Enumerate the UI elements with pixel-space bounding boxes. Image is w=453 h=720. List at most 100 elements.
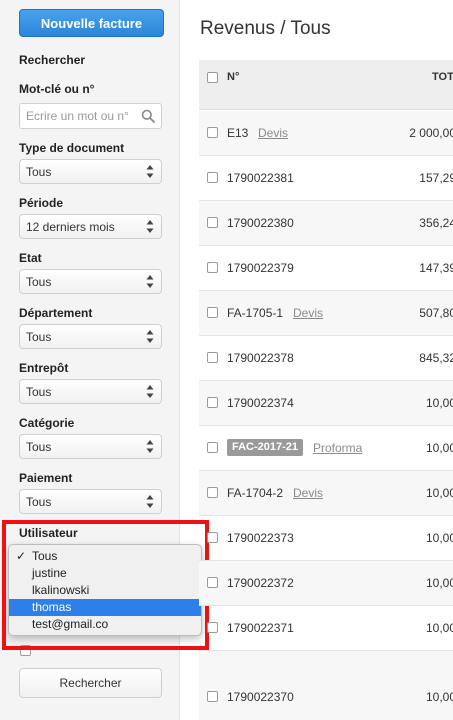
- invoice-total: 507,80: [419, 306, 453, 320]
- warehouse-select[interactable]: Tous: [19, 379, 162, 404]
- department-value: Tous: [26, 329, 52, 344]
- select-arrows-icon: [146, 440, 154, 453]
- invoice-number[interactable]: 1790022379: [227, 261, 294, 275]
- search-heading: Rechercher: [19, 53, 86, 67]
- table-row[interactable]: 1790022378 845,32: [199, 336, 453, 381]
- row-checkbox[interactable]: [207, 397, 218, 408]
- row-checkbox[interactable]: [207, 217, 218, 228]
- invoice-number[interactable]: 1790022371: [227, 621, 294, 635]
- draft-badge[interactable]: FAC-2017-21: [227, 439, 304, 456]
- search-button[interactable]: Rechercher: [19, 668, 162, 698]
- table-header: N° TOT: [199, 60, 453, 110]
- select-all-checkbox[interactable]: [207, 72, 218, 83]
- table-row[interactable]: 1790022380 356,24: [199, 201, 453, 246]
- invoice-number[interactable]: 1790022373: [227, 531, 294, 545]
- invoice-number[interactable]: 1790022380: [227, 216, 294, 230]
- invoice-number[interactable]: FA-1704-2: [227, 486, 283, 500]
- row-checkbox[interactable]: [207, 691, 218, 702]
- warehouse-value: Tous: [26, 384, 52, 399]
- document-type-link[interactable]: Devis: [293, 486, 323, 500]
- invoice-number[interactable]: 1790022381: [227, 171, 294, 185]
- row-checkbox[interactable]: [207, 532, 218, 543]
- checkmark-icon: ✓: [16, 549, 27, 563]
- table-row[interactable]: 1790022379 147,39: [199, 246, 453, 291]
- category-select[interactable]: Tous: [19, 434, 162, 459]
- department-label: Département: [19, 306, 93, 320]
- select-arrows-icon: [146, 165, 154, 178]
- row-checkbox[interactable]: [207, 577, 218, 588]
- category-label: Catégorie: [19, 416, 75, 430]
- keyword-search-field: [19, 103, 162, 129]
- period-value: 12 derniers mois: [26, 219, 115, 234]
- invoice-total: 2 000,00: [409, 126, 453, 140]
- select-arrows-icon: [146, 220, 154, 233]
- invoice-number[interactable]: 1790022372: [227, 576, 294, 590]
- state-select[interactable]: Tous: [19, 269, 162, 294]
- invoice-total: 10,00: [425, 621, 453, 635]
- row-checkbox[interactable]: [207, 442, 218, 453]
- user-label: Utilisateur: [19, 526, 78, 540]
- invoice-number[interactable]: 1790022374: [227, 396, 294, 410]
- row-checkbox[interactable]: [207, 352, 218, 363]
- new-invoice-button[interactable]: Nouvelle facture: [19, 9, 164, 37]
- dropdown-option-test-email[interactable]: test@gmail.co: [9, 616, 201, 633]
- invoice-number[interactable]: 1790022370: [227, 690, 294, 704]
- department-select[interactable]: Tous: [19, 324, 162, 349]
- row-checkbox[interactable]: [207, 262, 218, 273]
- select-arrows-icon: [146, 495, 154, 508]
- invoice-total: 147,39: [419, 261, 453, 275]
- table-row[interactable]: FA-1705-1 Devis 507,80: [199, 291, 453, 336]
- doc-type-select[interactable]: Tous: [19, 159, 162, 184]
- dropdown-option-lkalinowski[interactable]: lkalinowski: [9, 582, 201, 599]
- invoice-total: 157,29: [419, 171, 453, 185]
- invoice-number[interactable]: 1790022378: [227, 351, 294, 365]
- keyword-input[interactable]: [20, 104, 132, 128]
- doc-type-value: Tous: [26, 164, 52, 179]
- document-type-link[interactable]: Devis: [293, 306, 323, 320]
- row-checkbox[interactable]: [207, 622, 218, 633]
- invoice-total: 10,00: [425, 576, 453, 590]
- table-row[interactable]: 1790022370 10,00: [199, 651, 453, 720]
- dropdown-option-justine[interactable]: justine: [9, 565, 201, 582]
- dropdown-option-label: thomas: [32, 600, 72, 614]
- invoice-number[interactable]: E13: [227, 126, 248, 140]
- invoice-total: 10,00: [425, 396, 453, 410]
- select-arrows-icon: [146, 330, 154, 343]
- table-row[interactable]: E13 Devis 2 000,00: [199, 111, 453, 156]
- invoice-total: 10,00: [425, 441, 453, 455]
- state-label: Etat: [19, 251, 42, 265]
- payment-select[interactable]: Tous: [19, 489, 162, 514]
- table-row[interactable]: FAC-2017-21 Proforma 10,00: [199, 426, 453, 471]
- column-header-number[interactable]: N°: [227, 71, 239, 83]
- dropdown-option-thomas[interactable]: thomas: [9, 599, 201, 616]
- document-type-link[interactable]: Proforma: [313, 441, 362, 455]
- row-checkbox[interactable]: [207, 127, 218, 138]
- payment-value: Tous: [26, 494, 52, 509]
- dropdown-option-label: lkalinowski: [32, 583, 90, 597]
- document-type-link[interactable]: Devis: [258, 126, 288, 140]
- invoice-total: 845,32: [419, 351, 453, 365]
- state-value: Tous: [26, 274, 52, 289]
- dropdown-option-tous[interactable]: ✓ Tous: [9, 548, 201, 565]
- search-icon[interactable]: [141, 109, 155, 123]
- invoice-total: 356,24: [419, 216, 453, 230]
- column-header-total[interactable]: TOT: [432, 71, 453, 83]
- invoice-total: 10,00: [425, 690, 453, 704]
- invoice-number[interactable]: FA-1705-1: [227, 306, 283, 320]
- period-select[interactable]: 12 derniers mois: [19, 214, 162, 239]
- dropdown-option-label: justine: [32, 566, 67, 580]
- table-row[interactable]: FA-1704-2 Devis 10,00: [199, 471, 453, 516]
- select-arrows-icon: [146, 275, 154, 288]
- user-dropdown-menu: ✓ Tous justine lkalinowski thomas test@g…: [8, 544, 202, 636]
- table-row[interactable]: 1790022381 157,29: [199, 156, 453, 201]
- filter-checkbox[interactable]: [20, 645, 31, 656]
- row-checkbox[interactable]: [207, 487, 218, 498]
- table-row[interactable]: 1790022374 10,00: [199, 381, 453, 426]
- row-checkbox[interactable]: [207, 172, 218, 183]
- doc-type-label: Type de document: [19, 141, 125, 155]
- select-arrows-icon: [146, 385, 154, 398]
- table-row[interactable]: 1790022372 10,00: [199, 561, 453, 606]
- table-row[interactable]: 1790022371 10,00: [199, 606, 453, 651]
- row-checkbox[interactable]: [207, 307, 218, 318]
- table-row[interactable]: 1790022373 10,00: [199, 516, 453, 561]
